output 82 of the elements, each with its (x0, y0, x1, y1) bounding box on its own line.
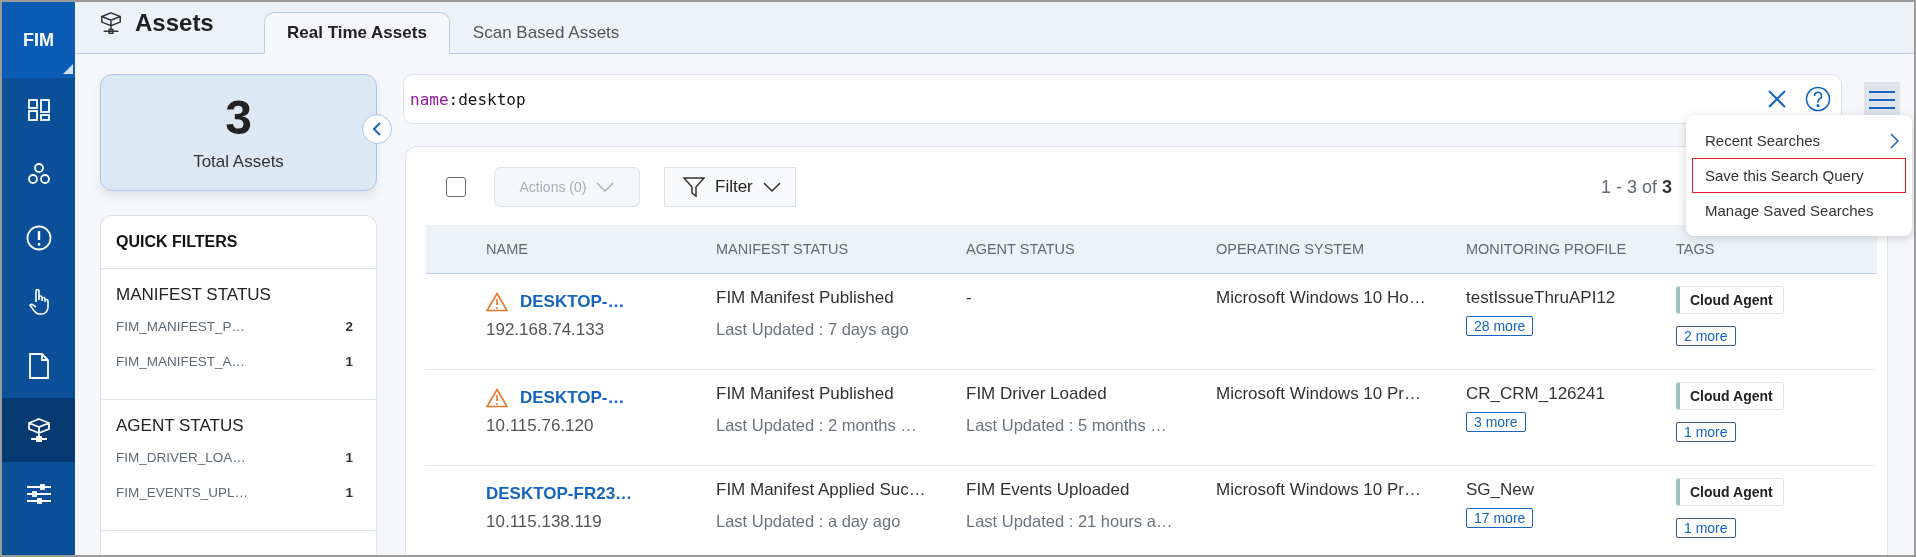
table-cell-text: FIM Events Uploaded (966, 479, 1130, 501)
pagination-summary: 1 - 3 of 3 (1600, 176, 1672, 198)
more-link[interactable]: 28 more (1466, 316, 1534, 336)
select-all-checkbox[interactable] (446, 177, 466, 197)
filter-count: 1 (345, 450, 353, 465)
more-link[interactable]: 2 more (1676, 326, 1736, 346)
more-link[interactable]: 17 more (1466, 508, 1534, 528)
table-cell-text: Microsoft Windows 10 Pr… (1216, 479, 1421, 501)
menu-item[interactable]: Manage Saved Searches (1692, 193, 1906, 228)
filter-count: 1 (345, 485, 353, 500)
sliders-icon (25, 483, 52, 505)
last-updated-text: Last Updated : 21 hours a… (966, 512, 1173, 531)
search-query: name:desktop (410, 89, 527, 109)
corner-mark-icon (63, 64, 73, 74)
filter-option[interactable]: FIM_MANIFEST_A… (116, 354, 245, 369)
table-cell-text: testIssueThruAPI12 (1466, 287, 1616, 309)
table-cell-text: CR_CRM_126241 (1466, 383, 1605, 405)
ip-address: 10.115.76.120 (486, 416, 594, 436)
filter-group-title: AGENT STATUS (116, 416, 245, 436)
chevron-down-icon (596, 182, 615, 192)
asset-name-link[interactable]: DESKTOP-… (520, 292, 625, 312)
tag-chip: Cloud Agent (1676, 382, 1784, 410)
document-icon (27, 353, 50, 379)
panel-title: QUICK FILTERS (101, 216, 376, 269)
last-updated-text: Last Updated : 7 days ago (716, 320, 909, 339)
filter-button[interactable]: Filter (664, 167, 796, 207)
asset-name-link[interactable]: DESKTOP-… (520, 388, 625, 408)
tab[interactable]: Scan Based Assets (449, 12, 643, 54)
table-cell-text: - (966, 287, 972, 309)
total-count: 3 (225, 93, 252, 142)
search-field[interactable]: name:desktop (403, 74, 1842, 124)
dashboard-icon (26, 98, 51, 122)
last-updated-text: Last Updated : a day ago (716, 512, 901, 531)
more-link[interactable]: 1 more (1676, 422, 1736, 442)
column-header[interactable]: OPERATING SYSTEM (1216, 241, 1466, 257)
more-link[interactable]: 3 more (1466, 412, 1526, 432)
table-cell-text: FIM Manifest Published (716, 383, 894, 405)
table-cell-text: FIM Manifest Published (716, 287, 894, 309)
menu-button[interactable] (1864, 82, 1900, 118)
filter-count: 2 (345, 319, 353, 334)
last-updated-text: Last Updated : 2 months … (716, 416, 917, 435)
help-icon[interactable] (1805, 86, 1831, 112)
tag-chip: Cloud Agent (1676, 478, 1784, 506)
column-header[interactable]: MONITORING PROFILE (1466, 241, 1676, 257)
collapse-button[interactable] (362, 114, 392, 144)
column-header[interactable]: TAGS (1676, 241, 1877, 257)
network-box-icon (25, 417, 52, 443)
table-cell-text: SG_New (1466, 479, 1535, 501)
menu-item[interactable]: Recent Searches (1692, 123, 1906, 158)
network-box-icon (99, 11, 123, 35)
page-title: Assets (135, 9, 214, 37)
table-cell-text: FIM Manifest Applied Suc… (716, 479, 926, 501)
column-header[interactable]: NAME (486, 241, 716, 257)
more-link[interactable]: 1 more (1676, 518, 1736, 538)
filter-option[interactable]: FIM_DRIVER_LOA… (116, 450, 246, 465)
alert-icon (25, 225, 52, 251)
total-label: Total Assets (193, 151, 284, 172)
menu-icon (1869, 90, 1895, 110)
filter-count: 1 (345, 354, 353, 369)
filter-option[interactable]: FIM_EVENTS_UPL… (116, 485, 249, 500)
table-cell-text: Microsoft Windows 10 Ho… (1216, 287, 1426, 309)
close-icon[interactable] (1767, 89, 1787, 109)
column-header[interactable]: AGENT STATUS (966, 241, 1216, 257)
menu-item[interactable]: Save this Search Query (1692, 158, 1906, 193)
ip-address: 192.168.74.133 (486, 320, 605, 340)
app-badge[interactable]: FIM (2, 2, 75, 78)
ip-address: 10.115.138.119 (486, 512, 602, 532)
pointer-hand-icon (28, 288, 49, 316)
circles-icon (26, 162, 51, 186)
table-cell-text: FIM Driver Loaded (966, 383, 1107, 405)
tab[interactable]: Real Time Assets (264, 12, 450, 54)
column-header[interactable]: MANIFEST STATUS (716, 241, 966, 257)
funnel-icon (683, 176, 705, 198)
asset-name-link[interactable]: DESKTOP-FR23… (486, 484, 633, 504)
chevron-down-icon (762, 182, 781, 192)
filter-group-title: MANIFEST STATUS (116, 285, 272, 305)
tag-chip: Cloud Agent (1676, 286, 1784, 314)
table-cell-text: Microsoft Windows 10 Pr… (1216, 383, 1421, 405)
last-updated-text: Last Updated : 5 months … (966, 416, 1167, 435)
nav-item[interactable] (2, 398, 75, 462)
chevron-left-icon (372, 122, 382, 136)
filter-option[interactable]: FIM_MANIFEST_P… (116, 319, 245, 334)
